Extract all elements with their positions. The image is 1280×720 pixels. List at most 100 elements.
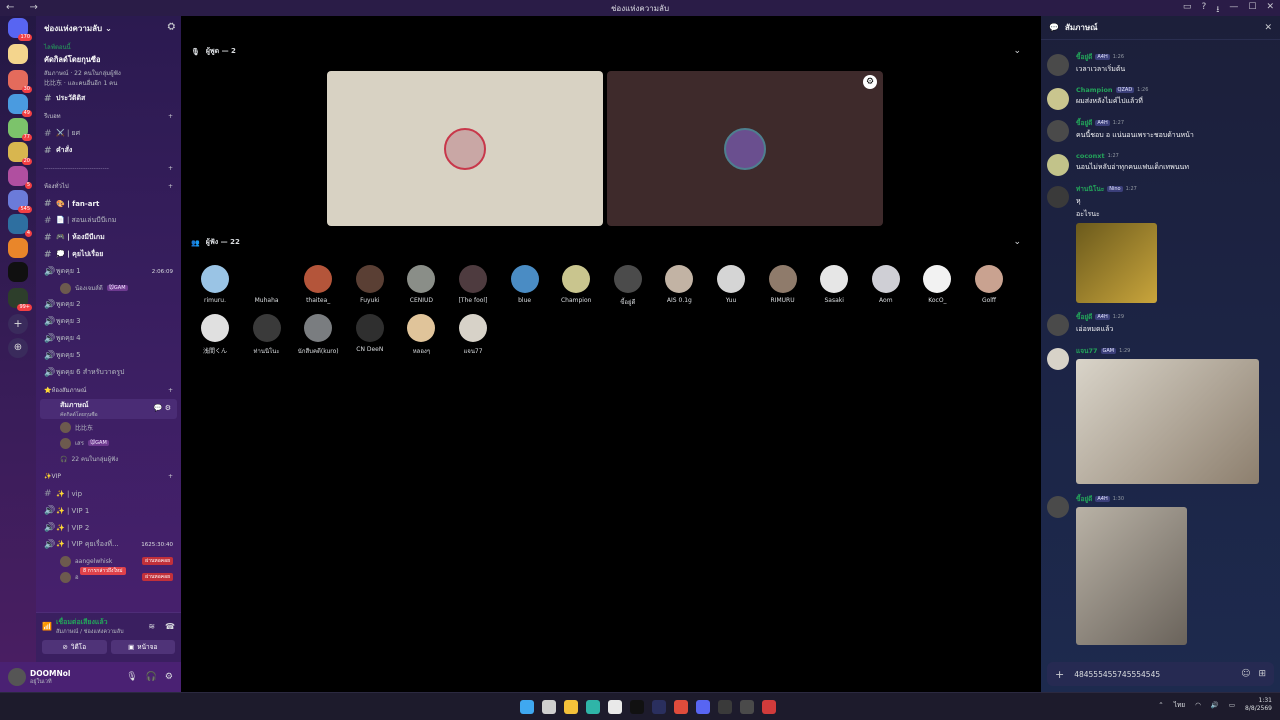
windows-start-icon[interactable] [520, 700, 534, 714]
channel-rank[interactable]: # ⚔️ | ยศ [36, 125, 181, 142]
server-2-icon[interactable]: 30 [8, 70, 32, 93]
audience-member[interactable]: Muhaha [242, 265, 292, 304]
author-name[interactable]: coconxt [1076, 152, 1105, 160]
microphone-icon[interactable]: 🎙 [126, 672, 137, 682]
add-channel-icon[interactable]: + [168, 387, 173, 394]
stage-audience-count[interactable]: 🎧 22 คนในกลุ่มผู้ฟัง [36, 451, 181, 467]
channel-commands[interactable]: # คำสั่ง [36, 142, 181, 159]
chat-input-value[interactable]: 484555455745554545 [1074, 670, 1160, 679]
navigation-arrows[interactable]: ← → [6, 2, 44, 13]
speaker-tile[interactable] [327, 71, 603, 226]
server-header[interactable]: ช่องแห่งความลับ ⌄ ⛭ [36, 16, 181, 40]
author-name[interactable]: ขี้อยู่ดี [1076, 494, 1092, 504]
add-channel-icon[interactable]: + [168, 183, 173, 190]
author-name[interactable]: ขี้อยู่ดี [1076, 312, 1092, 322]
terminal-icon[interactable] [718, 700, 732, 714]
audience-member[interactable]: Aom [861, 265, 911, 304]
app-icon[interactable] [740, 700, 754, 714]
emoji-icon[interactable]: ☺ [1241, 669, 1250, 679]
add-attachment-icon[interactable]: + [1055, 668, 1064, 681]
audience-member[interactable]: thaitea_ [293, 265, 343, 304]
audience-member[interactable]: ขี้อยู่ดี [603, 265, 653, 307]
message-image[interactable] [1076, 223, 1157, 303]
message-image[interactable] [1076, 507, 1187, 645]
speaker-tile[interactable]: ⚙ [607, 71, 883, 226]
server-11-icon[interactable]: 99+ [8, 288, 32, 311]
volume-icon[interactable]: 🔊 [1211, 701, 1219, 709]
server-9-icon[interactable] [8, 238, 28, 258]
clock[interactable]: 1:31 8/8/2569 [1245, 697, 1272, 713]
tiktok-icon[interactable] [630, 700, 644, 714]
server-5-icon[interactable]: 20 [8, 142, 32, 165]
audience-member[interactable]: Yuu [706, 265, 756, 304]
avatar[interactable] [1047, 348, 1069, 370]
avatar[interactable] [1047, 154, 1069, 176]
gear-icon[interactable]: ⚙ [165, 672, 173, 682]
avatar[interactable] [1047, 314, 1069, 336]
chevron-down-icon[interactable]: ⌄ [1013, 46, 1021, 56]
avatar[interactable] [1047, 120, 1069, 142]
audience-member[interactable]: หลองๆ [396, 314, 446, 356]
discover-icon[interactable]: ⊕ [8, 338, 28, 358]
author-name[interactable]: Champion [1076, 86, 1113, 94]
wifi-icon[interactable]: ◠ [1195, 701, 1201, 709]
avatar[interactable] [1047, 186, 1069, 208]
edge-icon[interactable] [586, 700, 600, 714]
avatar[interactable] [1047, 88, 1069, 110]
channel-tutorial[interactable]: # 📄 | สอนเล่นบีบีเกม [36, 212, 181, 229]
category-general[interactable]: ห้องทั่วไป + [36, 177, 181, 195]
screen-share-button[interactable]: ▣ หน้าจอ [110, 640, 175, 654]
add-server-icon[interactable]: + [8, 314, 28, 334]
add-channel-icon[interactable]: + [168, 113, 173, 120]
server-4-icon[interactable]: 77 [8, 118, 32, 141]
close-icon[interactable]: ✕ [1264, 23, 1272, 33]
audience-member[interactable]: blue [500, 265, 550, 304]
chat-input[interactable]: + 484555455745554545 ☺ ⊞ [1047, 662, 1274, 686]
vip-user[interactable]: อ ผ่านหอคอย 8 การกล่าวถึงใหม่ [36, 567, 181, 585]
channel-game[interactable]: # 🎮 | ห้องมีบีเกม [36, 229, 181, 246]
audience-member[interactable]: [The fool] [448, 265, 498, 304]
voice-channel[interactable]: 🔊 พูดคุย 4 [36, 330, 181, 347]
audience-member[interactable]: Fuyuki [345, 265, 395, 304]
vip-channel[interactable]: 🔊 ✨ | VIP 2 [36, 519, 181, 536]
user-avatar[interactable] [8, 668, 26, 686]
server-6-icon[interactable]: 5 [8, 166, 32, 189]
avatar[interactable] [1047, 496, 1069, 518]
chrome-icon[interactable] [674, 700, 688, 714]
vip-channel[interactable]: 🔊 ✨ | VIP 1 [36, 502, 181, 519]
audience-member[interactable]: 浅間くん [190, 314, 240, 355]
add-channel-icon[interactable]: + [168, 165, 173, 172]
audience-member[interactable]: แจน77 [448, 314, 498, 356]
audience-member[interactable]: KocO_ [912, 265, 962, 304]
search-icon[interactable] [542, 700, 556, 714]
server-8-icon[interactable]: 4 [8, 214, 32, 237]
server-1-icon[interactable] [8, 44, 28, 64]
photoshop-icon[interactable] [652, 700, 666, 714]
voice-channel[interactable]: 🔊 พูดคุย 2 [36, 296, 181, 313]
message-image[interactable] [1076, 359, 1259, 484]
chevron-up-icon[interactable]: ⌃ [1158, 701, 1163, 709]
audience-member[interactable]: CENIUD [396, 265, 446, 304]
category-dashes[interactable]: ------------------------------ + [36, 159, 181, 177]
category-stage[interactable]: ⭐ห้องสัมภาษณ์ + [36, 381, 181, 399]
category-vip[interactable]: ✨VIP + [36, 467, 181, 485]
avatar[interactable] [1047, 54, 1069, 76]
audience-member[interactable]: นักสืบคดี(kuro) [293, 314, 343, 356]
discord-icon[interactable] [696, 700, 710, 714]
recorder-icon[interactable] [762, 700, 776, 714]
stage-actions-icon[interactable]: 💬 ⚙ [154, 404, 171, 412]
audience-member[interactable]: RIMURU [758, 265, 808, 304]
voice-channel[interactable]: 🔊 พูดคุย 3 [36, 313, 181, 330]
chevron-down-icon[interactable]: ⌄ [1013, 237, 1021, 247]
video-button[interactable]: ⊘ วิดีโอ [42, 640, 107, 654]
headphones-icon[interactable]: 🎧 [146, 672, 157, 682]
channel-history[interactable]: # ประวัติดิส [36, 90, 181, 107]
author-name[interactable]: ท่านนิโนะ [1076, 184, 1104, 194]
stage-user[interactable]: เสร 🐭GAM [36, 435, 181, 451]
stage-event[interactable]: ไลฟ์ตอนนี้ คัดกิลด์โดยกุนซือ สัมภาษณ์ · … [36, 40, 181, 90]
server-3-icon[interactable]: 49 [8, 94, 32, 117]
disconnect-icon[interactable]: ☎ [165, 622, 175, 631]
mentions-popup[interactable]: 8 การกล่าวถึงใหม่ [80, 567, 126, 575]
noise-suppression-icon[interactable]: ≋ [148, 622, 155, 631]
audience-member[interactable]: Sasaki [809, 265, 859, 304]
